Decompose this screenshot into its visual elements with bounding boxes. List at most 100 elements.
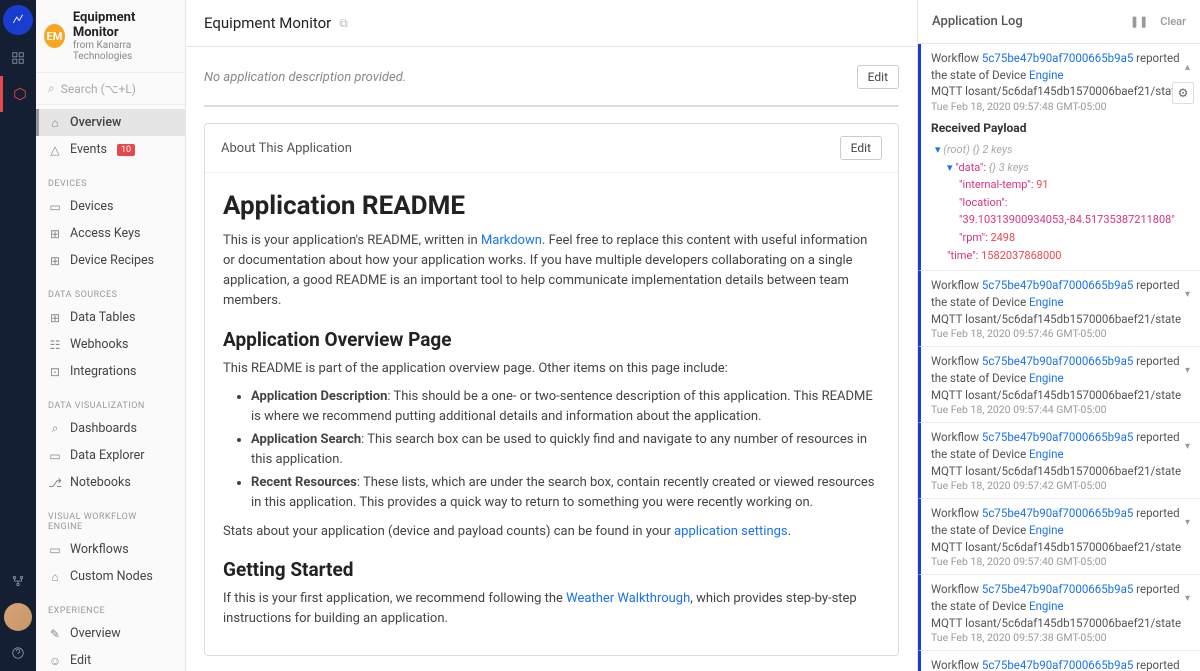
sidebar-item[interactable]: ⊞Data Tables: [36, 304, 185, 331]
events-badge: 10: [117, 144, 135, 156]
search-panel: QUICK LINKS ≣All DevicesList all the dev…: [204, 105, 899, 107]
item-label: Dashboards: [70, 421, 137, 436]
workflow-link[interactable]: 5c75be47b90af7000665b9a5: [982, 51, 1133, 65]
sidebar-item[interactable]: ⎇Notebooks: [36, 469, 185, 496]
log-entry: Workflow 5c75be47b90af7000665b9a5 report…: [918, 650, 1200, 671]
item-icon: ▭: [48, 200, 62, 214]
workflow-link[interactable]: 5c75be47b90af7000665b9a5: [982, 354, 1133, 368]
app-badge: EM: [44, 24, 65, 48]
sidebar-item[interactable]: ✎ Overview: [36, 620, 185, 647]
workflow-link[interactable]: 5c75be47b90af7000665b9a5: [982, 430, 1133, 444]
readme-body: Application README This is your applicat…: [205, 173, 898, 655]
sidebar-item[interactable]: ☺Edit: [36, 647, 185, 671]
item-icon: ⌂: [48, 570, 62, 584]
clear-button[interactable]: Clear: [1160, 15, 1186, 28]
dashboard-icon[interactable]: [0, 40, 36, 76]
sidebar-item[interactable]: ⌕ Dashboards: [36, 415, 185, 442]
item-label: Overview: [70, 626, 121, 641]
item-icon: ⊞: [48, 254, 62, 268]
sidebar: EM Equipment Monitor from Kanarra Techno…: [36, 0, 186, 671]
edit-readme-button[interactable]: Edit: [840, 136, 882, 160]
settings-link[interactable]: application settings: [674, 524, 788, 539]
item-label: Access Keys: [70, 226, 140, 241]
page-title: Equipment Monitor: [204, 14, 331, 32]
chevron-down-icon[interactable]: ▾: [1185, 441, 1190, 452]
device-link[interactable]: Engine: [1029, 523, 1064, 537]
section-title: DATA VISUALIZATION: [36, 393, 185, 415]
sidebar-item[interactable]: ⊡ Integrations: [36, 358, 185, 385]
iconbar: [0, 0, 36, 671]
payload-title: Received Payload: [931, 121, 1190, 135]
readme-h1: Application README: [223, 191, 880, 221]
log-entry: Workflow 5c75be47b90af7000665b9a5 report…: [918, 44, 1200, 270]
device-link[interactable]: Engine: [1029, 371, 1064, 385]
item-label: Webhooks: [70, 337, 128, 352]
walkthrough-link[interactable]: Weather Walkthrough: [566, 591, 690, 606]
device-link[interactable]: Engine: [1029, 68, 1064, 82]
log-title: Application Log: [932, 14, 1023, 29]
section-title: DATA SOURCES: [36, 282, 185, 304]
log-entry: Workflow 5c75be47b90af7000665b9a5 report…: [918, 574, 1200, 650]
log-entry: Workflow 5c75be47b90af7000665b9a5 report…: [918, 422, 1200, 498]
chevron-down-icon[interactable]: ▾: [1185, 517, 1190, 528]
log-panel: Application Log ❚❚ Clear Workflow 5c75be…: [917, 0, 1200, 671]
item-label: Data Explorer: [70, 448, 144, 463]
item-label: Notebooks: [70, 475, 131, 490]
app-name: Equipment Monitor: [73, 10, 177, 40]
edit-description-button[interactable]: Edit: [857, 65, 899, 89]
log-timestamp: Tue Feb 18, 2020 09:57:44 GMT-05:00: [931, 403, 1190, 416]
item-label: Integrations: [70, 364, 136, 379]
logo-icon[interactable]: [3, 5, 33, 35]
workflow-link[interactable]: 5c75be47b90af7000665b9a5: [982, 506, 1133, 520]
sidebar-item[interactable]: ⊞Device Recipes: [36, 247, 185, 274]
chevron-up-icon[interactable]: ▴: [1185, 62, 1190, 73]
pause-icon[interactable]: ❚❚: [1130, 15, 1148, 28]
tree-icon[interactable]: [0, 563, 36, 599]
nav-events[interactable]: △ Events 10: [36, 136, 185, 163]
search-placeholder: Search (⌥+L): [61, 82, 136, 96]
main: Equipment Monitor ⧉ No application descr…: [186, 0, 917, 671]
sidebar-item[interactable]: ▭ Devices: [36, 193, 185, 220]
chevron-down-icon[interactable]: ▾: [1185, 593, 1190, 604]
markdown-link[interactable]: Markdown: [481, 233, 542, 248]
app-from: from Kanarra Technologies: [73, 40, 177, 62]
item-icon: ⌕: [48, 422, 62, 436]
readme-panel: About This Application Edit Application …: [204, 123, 899, 656]
device-link[interactable]: Engine: [1029, 599, 1064, 613]
apps-icon[interactable]: [0, 76, 36, 112]
sidebar-item[interactable]: ☷Webhooks: [36, 331, 185, 358]
item-label: Devices: [70, 199, 113, 214]
readme-h2-started: Getting Started: [223, 558, 880, 581]
settings-gear-icon[interactable]: ⚙: [1172, 82, 1194, 104]
device-link[interactable]: Engine: [1029, 295, 1064, 309]
log-timestamp: Tue Feb 18, 2020 09:57:46 GMT-05:00: [931, 327, 1190, 340]
item-label: Edit: [70, 653, 91, 668]
search-icon: ⌕: [48, 81, 55, 96]
item-icon: ▭: [48, 543, 62, 557]
workflow-link[interactable]: 5c75be47b90af7000665b9a5: [982, 582, 1133, 596]
item-icon: ⊡: [48, 365, 62, 379]
log-timestamp: Tue Feb 18, 2020 09:57:42 GMT-05:00: [931, 479, 1190, 492]
help-icon[interactable]: [0, 635, 36, 671]
nav-label: Events: [70, 142, 107, 157]
sidebar-item[interactable]: ⌂Custom Nodes: [36, 563, 185, 590]
workflow-link[interactable]: 5c75be47b90af7000665b9a5: [982, 658, 1133, 671]
sidebar-item[interactable]: ▭ Data Explorer: [36, 442, 185, 469]
section-title: EXPERIENCE: [36, 598, 185, 620]
app-search-input[interactable]: [205, 106, 898, 107]
user-avatar[interactable]: [4, 603, 32, 631]
log-entry: Workflow 5c75be47b90af7000665b9a5 report…: [918, 270, 1200, 346]
chevron-down-icon[interactable]: ▾: [1185, 289, 1190, 300]
workflow-link[interactable]: 5c75be47b90af7000665b9a5: [982, 278, 1133, 292]
chevron-down-icon[interactable]: ▾: [1185, 365, 1190, 376]
item-icon: ✎: [48, 627, 62, 641]
nav-overview[interactable]: ⌂ Overview: [36, 109, 185, 136]
sidebar-search[interactable]: ⌕ Search (⌥+L): [36, 72, 185, 105]
item-icon: ▭: [48, 449, 62, 463]
copy-icon[interactable]: ⧉: [339, 16, 348, 31]
device-link[interactable]: Engine: [1029, 447, 1064, 461]
main-header: Equipment Monitor ⧉: [186, 0, 917, 47]
log-entry: Workflow 5c75be47b90af7000665b9a5 report…: [918, 346, 1200, 422]
sidebar-item[interactable]: ▭Workflows: [36, 536, 185, 563]
sidebar-item[interactable]: ⊞Access Keys: [36, 220, 185, 247]
